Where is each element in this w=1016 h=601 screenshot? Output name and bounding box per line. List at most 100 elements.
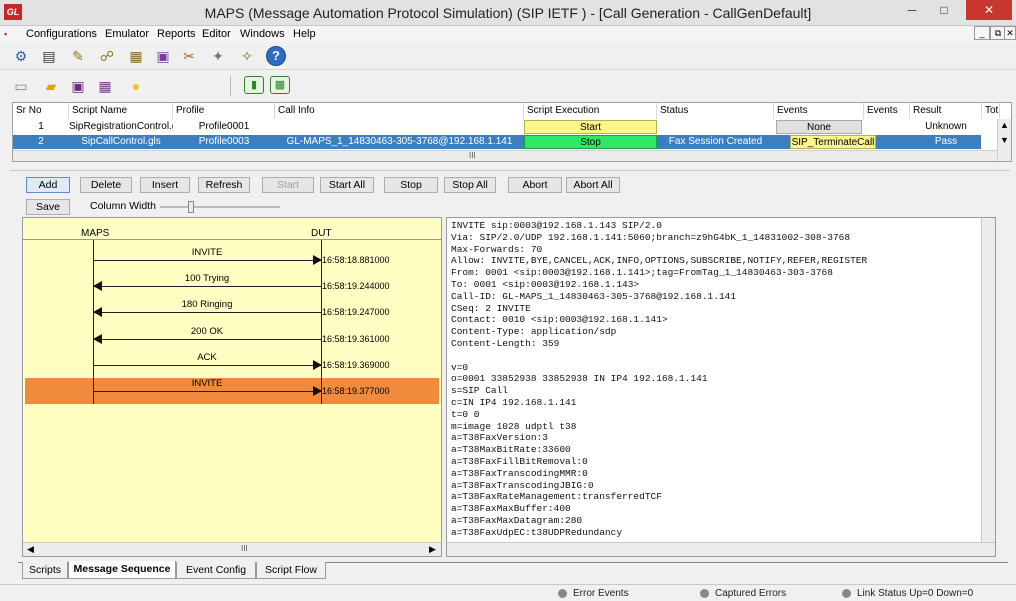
add-button[interactable]: Add — [26, 177, 70, 193]
help-icon[interactable]: ? — [266, 46, 286, 66]
message-label: INVITE — [191, 378, 223, 389]
message-line: From: 0001 <sip:0003@192.168.1.141>;tag=… — [451, 267, 833, 279]
tab-event-config[interactable]: Event Config — [176, 562, 256, 579]
col-sr-no[interactable]: Sr No — [13, 103, 69, 119]
window-title: MAPS (Message Automation Protocol Simula… — [204, 5, 812, 21]
action-bar: Add Delete Insert Refresh Start Start Al… — [10, 170, 1010, 194]
message-timestamp: 16:58:18.881000 — [322, 255, 390, 265]
scroll-down-icon[interactable]: ▼ — [1000, 135, 1009, 145]
notepad-icon[interactable]: ▤ — [38, 45, 60, 67]
events-button[interactable]: None — [776, 120, 862, 134]
col-status[interactable]: Status — [657, 103, 774, 119]
col-events-2[interactable]: Events — [864, 103, 910, 119]
start-all-button[interactable]: Start All — [320, 177, 374, 193]
scroll-up-icon[interactable]: ▲ — [1000, 120, 1009, 130]
minimize-button[interactable]: ─ — [898, 0, 926, 20]
grid-h-scrollbar[interactable]: III — [13, 150, 997, 161]
message-line: a=T38FaxTranscodingJBIG:0 — [451, 479, 594, 491]
wizard-icon[interactable]: ✦ — [207, 45, 229, 67]
message-line: Content-Type: application/sdp — [451, 326, 617, 338]
message-text[interactable]: INVITE sip:0003@192.168.1.143 SIP/2.0 Via… — [447, 220, 977, 542]
profiles-icon[interactable]: ▦ — [125, 45, 147, 67]
slider-thumb[interactable] — [188, 201, 194, 213]
db-icon[interactable]: ✎ — [67, 45, 89, 67]
col-events[interactable]: Events — [774, 103, 864, 119]
status-bar: Error Events Captured Errors Link Status… — [0, 584, 1016, 600]
ladder-h-scrollbar[interactable]: ◀ III ▶ — [23, 542, 441, 556]
tab-scripts[interactable]: Scripts — [22, 562, 68, 579]
col-call-info[interactable]: Call Info — [275, 103, 524, 119]
message-arrow[interactable] — [93, 312, 321, 314]
new-file-icon[interactable]: ▭ — [10, 75, 32, 97]
toolbar-divider — [230, 76, 231, 96]
table-row-selected[interactable]: 2 SipCallControl.gls Profile0003 GL-MAPS… — [13, 135, 981, 149]
maximize-button[interactable]: □ — [930, 0, 958, 20]
message-label: 100 Trying — [184, 273, 230, 285]
table-row[interactable]: 1 SipRegistrationControl.gls Profile0001… — [13, 120, 981, 134]
message-arrow[interactable] — [93, 391, 321, 392]
menu-windows[interactable]: Windows — [236, 26, 289, 42]
menu-reports[interactable]: Reports — [153, 26, 200, 42]
col-script-execution[interactable]: Script Execution — [524, 103, 657, 119]
network-icon[interactable]: ☍ — [96, 45, 118, 67]
events-button[interactable]: SIP_TerminateCall — [790, 135, 876, 149]
refresh-button[interactable]: Refresh — [198, 177, 250, 193]
message-arrow[interactable] — [93, 364, 321, 366]
col-script-name[interactable]: Script Name — [69, 103, 173, 119]
grid-v-scrollbar[interactable]: ▲ ▼ — [997, 119, 1011, 161]
title-bar: MAPS (Message Automation Protocol Simula… — [0, 0, 1016, 26]
document-icon[interactable]: ▪ — [4, 28, 16, 40]
menu-help[interactable]: Help — [289, 26, 320, 42]
col-profile[interactable]: Profile — [173, 103, 275, 119]
scroll-grip: III — [469, 151, 476, 160]
save-as-icon[interactable]: ▦ — [94, 75, 116, 97]
message-arrow[interactable] — [93, 260, 321, 261]
message-v-scrollbar[interactable] — [981, 218, 995, 542]
cell-call-info — [275, 120, 524, 134]
mdi-minimize-button[interactable]: _ — [974, 26, 990, 40]
scroll-left-icon[interactable]: ◀ — [27, 544, 34, 555]
abort-all-button[interactable]: Abort All — [566, 177, 620, 193]
bulb-icon[interactable]: ● — [125, 75, 147, 97]
message-line: a=T38MaxBitRate:33600 — [451, 444, 571, 456]
menu-editor[interactable]: Editor — [198, 26, 235, 42]
save-icon[interactable]: ▣ — [67, 75, 89, 97]
start-button[interactable]: Start — [524, 120, 657, 134]
message-arrow[interactable] — [93, 338, 321, 340]
tools-icon[interactable]: ✂ — [178, 45, 200, 67]
close-button[interactable]: ✕ — [966, 0, 1012, 20]
app-logo-icon: GL — [4, 4, 22, 20]
col-total[interactable]: Tot — [982, 103, 1000, 119]
col-result[interactable]: Result — [910, 103, 982, 119]
abort-button[interactable]: Abort — [508, 177, 562, 193]
stop-all-button[interactable]: Stop All — [444, 177, 496, 193]
menu-configurations[interactable]: Configurations — [22, 26, 101, 42]
briefcase-icon[interactable]: ▣ — [152, 45, 174, 67]
stop-button[interactable]: Stop — [524, 135, 657, 149]
column-width-slider[interactable] — [160, 206, 280, 208]
multi-tree-icon[interactable]: ▩ — [270, 76, 290, 94]
message-timestamp: 16:58:19.369000 — [322, 359, 390, 370]
insert-button[interactable]: Insert — [140, 177, 190, 193]
single-tree-icon[interactable]: ▮ — [244, 76, 264, 94]
transfer-icon[interactable]: ✧ — [236, 45, 258, 67]
view-controls: Save Column Width — [10, 197, 998, 217]
mdi-close-button[interactable]: ✕ — [1004, 26, 1016, 40]
gear-icon[interactable]: ⚙ — [10, 45, 32, 67]
message-h-scrollbar[interactable] — [447, 542, 995, 556]
tab-message-sequence[interactable]: Message Sequence — [68, 561, 176, 579]
start-script-button[interactable]: Start — [262, 177, 314, 193]
message-label: ACK — [197, 351, 217, 363]
delete-button[interactable]: Delete — [80, 177, 132, 193]
open-folder-icon[interactable]: ▰ — [40, 75, 62, 97]
message-line: To: 0001 <sip:0003@192.168.1.143> — [451, 279, 640, 290]
message-line: a=T38FaxMaxDatagram:280 — [451, 515, 583, 526]
save-button[interactable]: Save — [26, 199, 70, 215]
tab-script-flow[interactable]: Script Flow — [256, 562, 326, 579]
message-arrow[interactable] — [93, 286, 321, 288]
menu-bar: ▪ Configurations Emulator Reports Editor… — [0, 26, 1016, 42]
stop-script-button[interactable]: Stop — [384, 177, 438, 193]
menu-emulator[interactable]: Emulator — [101, 26, 153, 42]
message-line: a=T38FaxVersion:3 — [451, 432, 548, 444]
scroll-right-icon[interactable]: ▶ — [429, 544, 436, 555]
